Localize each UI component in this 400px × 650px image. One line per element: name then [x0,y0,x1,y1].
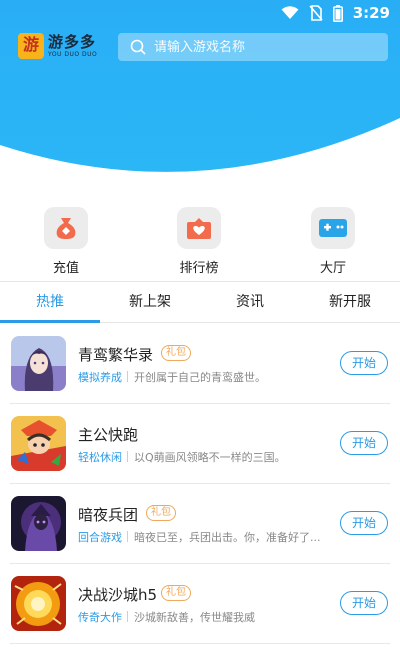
start-button[interactable]: 开始 [340,591,388,615]
start-button[interactable]: 开始 [340,431,388,455]
quicknav-ranking[interactable]: 排行榜 [164,207,234,276]
game-category: 传奇大作 [78,611,122,624]
game-name: 暗夜兵团 [78,506,139,524]
gift-badge: 礼包 [161,585,191,601]
tab-hot[interactable]: 热推 [0,282,100,323]
ranking-heart-icon [177,207,221,249]
search-input[interactable] [154,39,374,55]
search-icon [130,39,146,55]
quicknav-label: 排行榜 [179,261,219,276]
app-logo[interactable]: 游 游多多 YOU DUO DUO [18,33,97,59]
divider [127,531,128,542]
game-category: 轻松休闲 [78,451,122,464]
no-sim-icon [309,5,323,21]
gamepad-icon [311,207,355,249]
list-item[interactable]: 暗夜兵团 礼包 回合游戏 暗夜已至，兵团出击。你，准备好了... 开始 [0,484,400,564]
wifi-icon [281,6,299,19]
game-name: 主公快跑 [78,426,139,444]
tab-new-servers[interactable]: 新开服 [300,282,400,323]
divider [127,371,128,382]
search-bar[interactable] [118,33,388,61]
quicknav-label: 大厅 [319,261,346,276]
logo-subtitle: YOU DUO DUO [48,50,98,58]
battery-icon [332,4,343,22]
game-description: 以Q萌画风领略不一样的三国。 [134,451,286,464]
start-button[interactable]: 开始 [340,511,388,535]
logo-mark: 游 [18,33,44,59]
active-tab-indicator [0,320,100,323]
game-thumbnail [11,336,66,391]
game-name: 决战沙城h5 [78,586,158,604]
tab-new-arrivals[interactable]: 新上架 [100,282,200,323]
game-thumbnail [11,416,66,471]
game-list: 青鸾繁华录 礼包 模拟养成 开创属于自己的青鸾盛世。 开始 主公快跑 轻松休闲 … [0,324,400,644]
tab-news[interactable]: 资讯 [200,282,300,323]
list-item[interactable]: 主公快跑 轻松休闲 以Q萌画风领略不一样的三国。 开始 [0,404,400,484]
money-bag-icon [44,207,88,249]
category-tabs: 热推 新上架 资讯 新开服 [0,281,400,323]
game-name: 青鸾繁华录 [78,346,154,364]
list-item[interactable]: 青鸾繁华录 礼包 模拟养成 开创属于自己的青鸾盛世。 开始 [0,324,400,404]
game-thumbnail [11,496,66,551]
status-bar: 3:29 [0,0,400,26]
divider [127,611,128,622]
game-category: 回合游戏 [78,531,122,544]
divider [127,451,128,462]
status-time: 3:29 [352,4,390,22]
header-banner [0,0,400,180]
gift-badge: 礼包 [146,505,176,521]
quicknav-recharge[interactable]: 充值 [31,207,101,276]
logo-title: 游多多 [48,32,97,51]
game-thumbnail [11,576,66,631]
gift-badge: 礼包 [161,345,191,361]
quick-nav: 充值 排行榜 大厅 [0,207,400,277]
app-screen: 3:29 游 游多多 YOU DUO DUO 充值 [0,0,400,650]
game-description: 暗夜已至，兵团出击。你，准备好了... [134,531,321,544]
game-description: 沙城新敌善，传世耀我威 [134,611,255,624]
quicknav-label: 充值 [52,261,79,276]
list-item[interactable]: 决战沙城h5 礼包 传奇大作 沙城新敌善，传世耀我威 开始 [0,564,400,644]
start-button[interactable]: 开始 [340,351,388,375]
game-description: 开创属于自己的青鸾盛世。 [134,371,266,384]
game-category: 模拟养成 [78,371,122,384]
quicknav-lobby[interactable]: 大厅 [298,207,368,276]
